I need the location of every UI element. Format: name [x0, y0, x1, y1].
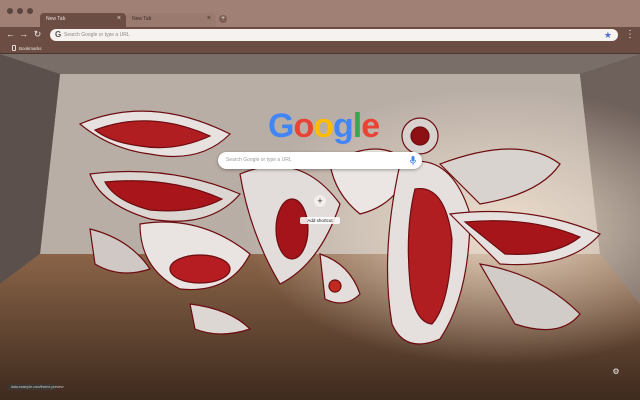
logo-letter: o: [313, 107, 334, 145]
tab-title: New Tab: [46, 16, 66, 22]
minimize-window-dot[interactable]: [17, 8, 23, 14]
bookmark-item[interactable]: Bookmarks: [12, 45, 42, 51]
plus-icon: +: [314, 195, 326, 207]
tab-title: New Tab: [132, 16, 152, 22]
gear-icon[interactable]: ⚙: [611, 367, 621, 377]
logo-letter: o: [293, 107, 314, 145]
maximize-window-dot[interactable]: [27, 8, 33, 14]
ntp-search-placeholder: Search Google or type a URL: [226, 157, 292, 163]
bookmarks-bar: Bookmarks: [0, 43, 640, 54]
logo-letter: e: [361, 107, 380, 145]
tab-new-tab-active[interactable]: New Tab ×: [40, 13, 126, 27]
status-text: data.example.com/theme-preview: [11, 385, 64, 389]
forward-arrow-icon[interactable]: →: [17, 28, 30, 41]
tab-close-icon[interactable]: ×: [207, 15, 211, 23]
omnibox-placeholder: Search Google or type a URL: [64, 32, 130, 38]
kebab-menu-icon[interactable]: ⋮: [624, 28, 636, 42]
add-shortcut-tile[interactable]: + Add shortcut: [300, 194, 340, 224]
new-tab-button[interactable]: +: [219, 15, 227, 23]
window-controls: [7, 8, 33, 14]
bookmark-folder-icon: [12, 45, 16, 51]
title-bar: New Tab × New Tab × +: [0, 0, 640, 27]
new-tab-page: Google Search Google or type a URL + Add…: [0, 54, 640, 400]
navigation-toolbar: ← → ↻ G Search Google or type a URL ★ ⋮: [0, 27, 640, 43]
back-arrow-icon[interactable]: ←: [4, 28, 17, 41]
logo-letter: G: [268, 107, 294, 145]
google-logo: Google: [268, 106, 380, 146]
add-shortcut-label: Add shortcut: [300, 217, 340, 224]
google-g-icon: G: [55, 30, 62, 39]
close-window-dot[interactable]: [7, 8, 13, 14]
logo-letter: g: [333, 107, 354, 145]
star-icon[interactable]: ★: [604, 29, 612, 41]
tab-close-icon[interactable]: ×: [117, 15, 121, 23]
status-bubble: data.example.com/theme-preview: [8, 384, 64, 390]
ntp-search-box[interactable]: Search Google or type a URL: [218, 152, 422, 169]
microphone-icon[interactable]: [410, 156, 416, 165]
tab-new-tab-inactive[interactable]: New Tab ×: [126, 13, 216, 27]
reload-icon[interactable]: ↻: [31, 28, 44, 41]
omnibox[interactable]: G Search Google or type a URL ★: [50, 29, 618, 41]
logo-letter: l: [352, 107, 363, 145]
bookmark-label: Bookmarks: [19, 45, 42, 51]
